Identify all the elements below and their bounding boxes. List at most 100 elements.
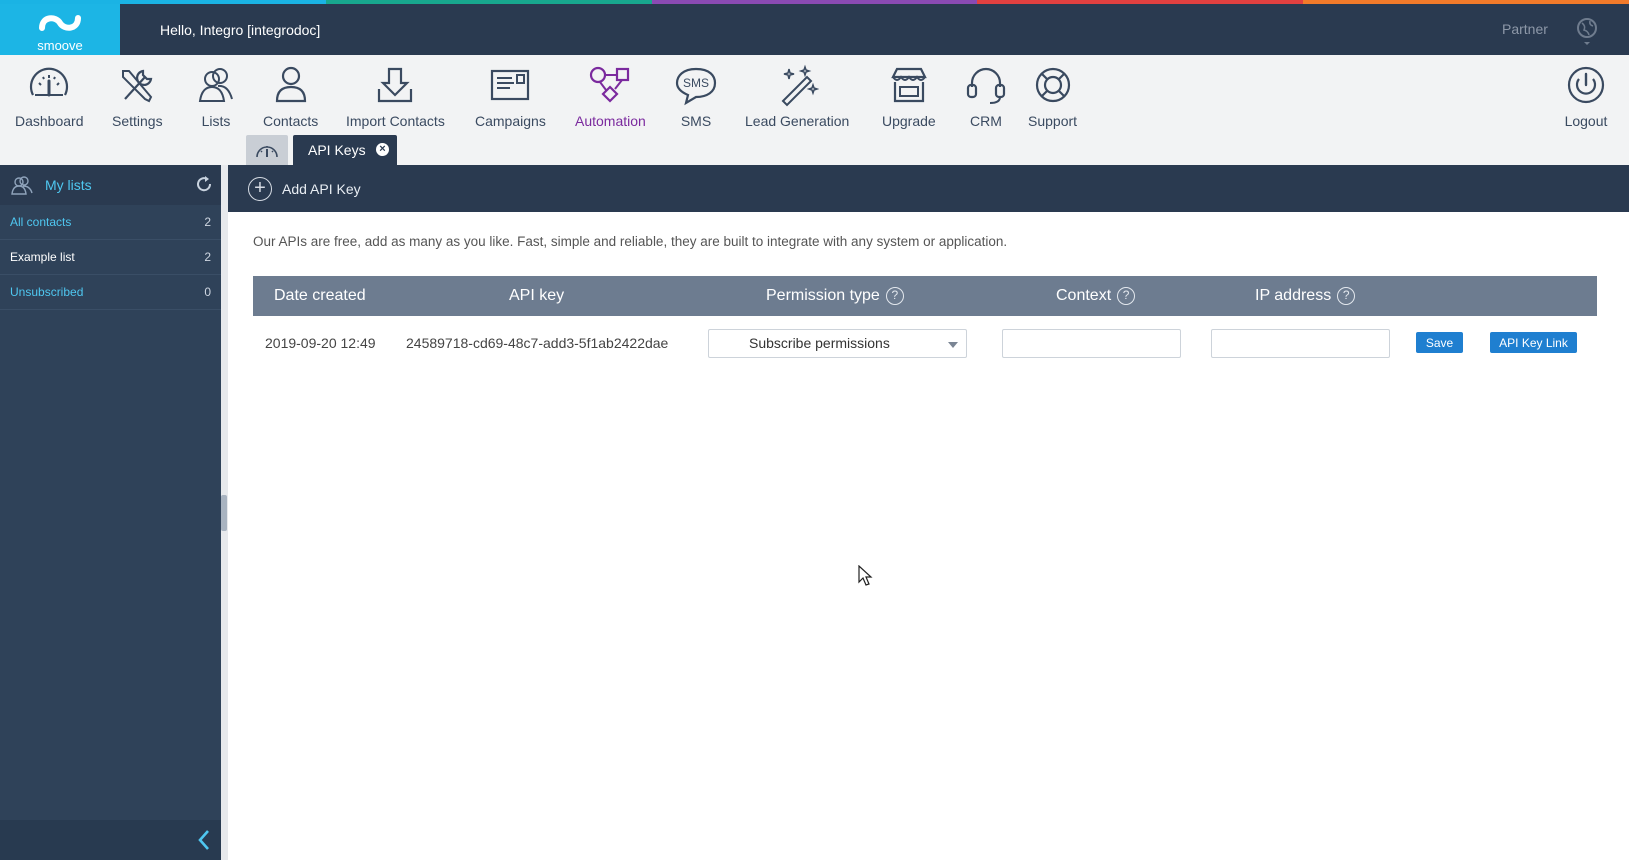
api-description: Our APIs are free, add as many as you li…: [253, 234, 1008, 249]
power-icon: [1567, 66, 1605, 104]
toolbar-label: Upgrade: [882, 113, 936, 129]
toolbar-label: CRM: [970, 113, 1002, 129]
chevron-down-icon: [948, 342, 958, 348]
globe-icon[interactable]: [1576, 17, 1598, 47]
column-label: Permission type: [766, 287, 880, 304]
column-date-created: Date created: [274, 287, 366, 305]
tab-api-keys-label: API Keys: [308, 142, 366, 158]
list-item-count: 2: [204, 250, 211, 264]
toolbar-label: Import Contacts: [346, 113, 445, 129]
help-icon[interactable]: ?: [1337, 287, 1356, 305]
toolbar-import-contacts[interactable]: Import Contacts: [346, 63, 445, 129]
date-created-cell: 2019-09-20 12:49: [265, 335, 376, 351]
tab-dashboard-home[interactable]: [246, 135, 288, 165]
column-label: Context: [1056, 287, 1112, 304]
plus-circle-icon: +: [248, 177, 272, 201]
top-header: smoove Hello, Integro [integrodoc] Partn…: [0, 4, 1629, 55]
refresh-icon[interactable]: [195, 175, 213, 193]
list-item-label: Unsubscribed: [10, 285, 84, 299]
partner-link[interactable]: Partner: [1502, 21, 1548, 37]
toolbar-label: Automation: [575, 113, 646, 129]
toolbar-lists[interactable]: Lists: [194, 63, 238, 129]
toolbar-sms[interactable]: SMS SMS: [674, 63, 718, 129]
list-item-unsubscribed[interactable]: Unsubscribed 0: [0, 275, 221, 310]
logo-mark-icon: [39, 14, 81, 31]
toolbar-label: Lists: [201, 113, 231, 129]
tab-api-keys[interactable]: API Keys ×: [293, 135, 397, 165]
speedometer-icon: [256, 146, 278, 158]
toolbar-label: SMS: [680, 113, 712, 129]
sidebar-title: My lists: [45, 177, 92, 193]
lifebuoy-icon: [1035, 67, 1070, 103]
sidebar-footer: [0, 820, 221, 860]
toolbar-support[interactable]: Support: [1028, 63, 1077, 129]
toolbar-lead-generation[interactable]: Lead Generation: [745, 63, 849, 129]
column-api-key: API key: [509, 287, 564, 305]
table-row: 2019-09-20 12:49 24589718-cd69-48c7-add3…: [253, 318, 1597, 368]
column-context: Context ?: [1056, 287, 1136, 305]
toolbar-dashboard[interactable]: Dashboard: [15, 63, 84, 129]
ip-address-input[interactable]: [1211, 329, 1390, 358]
splitter-grip[interactable]: [221, 495, 227, 531]
api-key-cell: 24589718-cd69-48c7-add3-5f1ab2422dae: [406, 335, 669, 351]
tools-icon: [122, 69, 153, 103]
user-greeting: Hello, Integro [integrodoc]: [160, 22, 321, 38]
column-ip-address: IP address ?: [1255, 287, 1356, 305]
list-item-all-contacts[interactable]: All contacts 2: [0, 205, 221, 240]
sidebar-header: My lists: [0, 165, 221, 205]
column-label: API key: [509, 287, 565, 304]
envelope-icon: [491, 69, 530, 101]
list-item-count: 2: [204, 215, 211, 229]
permission-type-select[interactable]: Subscribe permissions: [708, 329, 967, 358]
save-button[interactable]: Save: [1416, 332, 1463, 353]
headset-icon: [966, 67, 1006, 104]
column-permission-type: Permission type ?: [766, 287, 904, 305]
toolbar-upgrade[interactable]: Upgrade: [882, 63, 936, 129]
list-item-example-list[interactable]: Example list 2: [0, 240, 221, 275]
collapse-sidebar-icon[interactable]: [197, 829, 211, 851]
smoove-logo[interactable]: smoove: [0, 4, 120, 55]
close-tab-icon[interactable]: ×: [376, 143, 389, 156]
toolbar-crm[interactable]: CRM: [964, 63, 1008, 129]
api-table-header: Date created API key Permission type ? C…: [253, 276, 1597, 316]
person-icon: [275, 66, 306, 103]
people-icon: [11, 176, 33, 195]
people-icon: [198, 68, 233, 102]
svg-text:SMS: SMS: [683, 76, 709, 90]
toolbar-label: Contacts: [263, 113, 319, 129]
logo-text: smoove: [37, 37, 83, 53]
import-icon: [378, 67, 413, 103]
sms-bubble-icon: SMS: [675, 67, 717, 106]
add-api-key-button[interactable]: + Add API Key: [248, 177, 361, 201]
list-item-label: All contacts: [10, 215, 72, 229]
flowchart-icon: [590, 66, 630, 103]
mouse-cursor-icon: [858, 565, 873, 586]
logout-label: Logout: [1564, 113, 1608, 129]
context-input[interactable]: [1002, 329, 1181, 358]
column-label: Date created: [274, 287, 366, 304]
toolbar-label: Lead Generation: [745, 113, 850, 129]
speedometer-icon: [30, 67, 69, 97]
toolbar-label: Settings: [112, 113, 163, 129]
magic-wand-icon: [781, 64, 820, 107]
action-bar: + Add API Key: [228, 165, 1629, 212]
toolbar-settings[interactable]: Settings: [112, 63, 163, 129]
toolbar-contacts[interactable]: Contacts: [263, 63, 318, 129]
sidebar: My lists All contacts 2 Example list 2 U…: [0, 165, 221, 860]
add-api-key-label: Add API Key: [282, 181, 361, 197]
toolbar-campaigns[interactable]: Campaigns: [475, 63, 546, 129]
toolbar-label: Dashboard: [15, 113, 84, 129]
toolbar-automation[interactable]: Automation: [575, 63, 646, 129]
main-toolbar: Dashboard Settings Lists Contacts Import…: [0, 55, 1629, 165]
logout-button[interactable]: Logout: [1564, 63, 1608, 129]
toolbar-label: Support: [1028, 113, 1078, 129]
help-icon[interactable]: ?: [1117, 287, 1136, 305]
permission-type-value: Subscribe permissions: [749, 335, 890, 351]
toolbar-label: Campaigns: [475, 113, 546, 129]
help-icon[interactable]: ?: [885, 287, 904, 305]
list-item-count: 0: [204, 285, 211, 299]
api-key-link-button[interactable]: API Key Link: [1490, 332, 1577, 353]
column-label: IP address: [1255, 287, 1332, 304]
storefront-icon: [891, 67, 927, 103]
list-item-label: Example list: [10, 250, 75, 264]
